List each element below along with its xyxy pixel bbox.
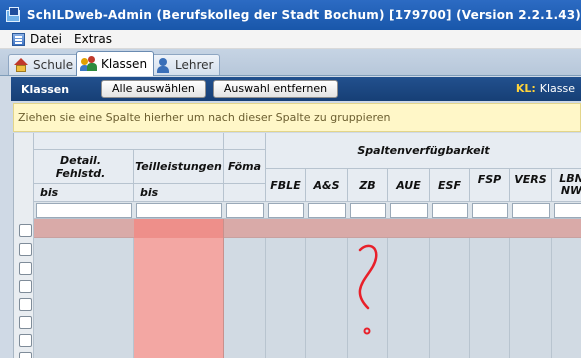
filter-lbn[interactable]: [554, 203, 581, 218]
filter-fble[interactable]: [268, 203, 304, 218]
filter-detail-fehlstd[interactable]: [36, 203, 132, 218]
column-aue: [388, 219, 430, 358]
people-icon: [80, 56, 97, 72]
header-teil-bis: bis: [134, 184, 224, 202]
header-teilleistungen[interactable]: Teilleistungen: [134, 150, 224, 184]
kl-indicator: KL: Klasse: [516, 82, 575, 95]
header-fble[interactable]: FBLE: [266, 169, 306, 202]
row-checkbox[interactable]: [19, 334, 32, 347]
header-vers[interactable]: VERS: [510, 169, 552, 202]
filter-teilleistungen[interactable]: [136, 203, 222, 218]
question-mark-annotation: [358, 244, 378, 335]
klassen-toolbar: Klassen Alle auswählen Auswahl entfernen…: [11, 77, 581, 101]
header-lbn-line2: NW: [560, 184, 581, 197]
select-all-button[interactable]: Alle auswählen: [101, 80, 206, 98]
column-detail-fehlstd: [34, 219, 134, 358]
filter-esf[interactable]: [432, 203, 468, 218]
row-checkbox[interactable]: [19, 262, 32, 275]
menu-file-icon: [12, 32, 25, 46]
tab-klassen-label: Klassen: [101, 57, 148, 71]
column-foema: [224, 219, 266, 358]
filter-as[interactable]: [308, 203, 346, 218]
header-spacer-left: [34, 133, 224, 150]
row-checkbox[interactable]: [19, 352, 32, 358]
header-foema[interactable]: Föma: [224, 150, 266, 184]
row-checkbox[interactable]: [19, 316, 32, 329]
highlighted-row[interactable]: [34, 219, 581, 238]
section-title: Klassen: [21, 82, 70, 96]
column-fble: [266, 219, 306, 358]
app-icon: [6, 7, 21, 23]
menu-bar: Datei Extras: [0, 30, 581, 49]
header-aue[interactable]: AUE: [388, 169, 430, 202]
column-fsp: [470, 219, 510, 358]
header-fsp[interactable]: FSP: [470, 169, 510, 202]
filter-zb[interactable]: [350, 203, 386, 218]
row-checkbox[interactable]: [19, 298, 32, 311]
klassen-grid: Spaltenverfügbarkeit Detail. Fehlstd. Te…: [13, 133, 581, 358]
row-checkbox[interactable]: [19, 224, 32, 237]
header-esf[interactable]: ESF: [430, 169, 470, 202]
window-title: SchILDweb-Admin (Berufskolleg der Stadt …: [26, 8, 581, 22]
header-as[interactable]: A&S: [306, 169, 348, 202]
tab-klassen[interactable]: Klassen: [76, 51, 155, 76]
header-detail-bis: bis: [34, 184, 134, 202]
tab-lehrer[interactable]: Lehrer: [150, 54, 221, 75]
kl-value: Klasse: [539, 82, 575, 95]
kl-key: KL:: [515, 82, 536, 95]
title-bar: SchILDweb-Admin (Berufskolleg der Stadt …: [0, 0, 581, 30]
column-vers: [510, 219, 552, 358]
header-lbn[interactable]: LBN NW: [552, 169, 581, 202]
deselect-button[interactable]: Auswahl entfernen: [212, 80, 339, 98]
menu-datei[interactable]: Datei: [30, 32, 62, 46]
filter-fsp[interactable]: [472, 203, 508, 218]
column-esf: [430, 219, 470, 358]
header-spacer-foema: [224, 133, 266, 150]
header-spaltenverfuegbarkeit[interactable]: Spaltenverfügbarkeit: [266, 133, 581, 169]
menu-extras[interactable]: Extras: [74, 32, 112, 46]
group-by-area[interactable]: Ziehen sie eine Spalte hierher um nach d…: [13, 103, 581, 132]
person-icon: [155, 57, 171, 73]
column-teilleistungen: [134, 219, 224, 358]
header-foema-spacer: [224, 184, 266, 202]
row-checkbox[interactable]: [19, 243, 32, 256]
tab-strip: Schule Klassen Lehrer: [0, 49, 581, 76]
header-zb[interactable]: ZB: [348, 169, 388, 202]
filter-vers[interactable]: [512, 203, 550, 218]
tab-lehrer-label: Lehrer: [175, 58, 214, 72]
row-checkbox[interactable]: [19, 280, 32, 293]
house-icon: [13, 57, 29, 73]
tab-schule[interactable]: Schule: [8, 54, 81, 75]
header-detail-fehlstd[interactable]: Detail. Fehlstd.: [34, 150, 134, 184]
filter-foema[interactable]: [226, 203, 264, 218]
tab-schule-label: Schule: [33, 58, 74, 72]
filter-aue[interactable]: [390, 203, 428, 218]
